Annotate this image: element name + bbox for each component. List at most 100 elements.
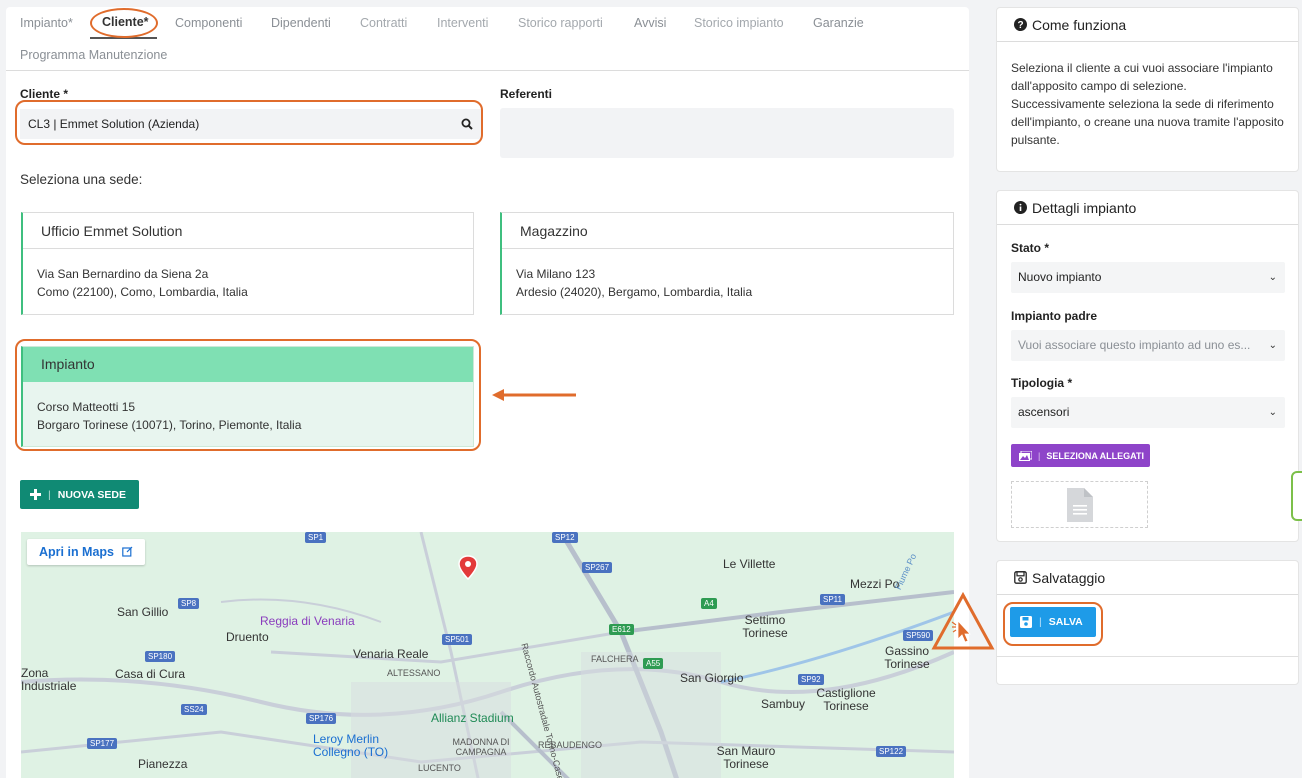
sede-address-line1: Via San Bernardino da Siena 2a <box>37 267 209 281</box>
map[interactable]: Apri in Maps Le Villette Mezzi Po San Gi… <box>21 532 954 778</box>
road-shield: SP12 <box>552 532 578 543</box>
tab-garanzie[interactable]: Garanzie <box>813 16 864 30</box>
file-icon <box>1066 487 1093 522</box>
allegati-dropzone[interactable] <box>1011 481 1148 528</box>
chevron-down-icon: ⌄ <box>1268 407 1277 418</box>
sede-address-line1: Via Milano 123 <box>516 267 596 281</box>
map-place: Leroy Merlin Collegno (TO) <box>313 732 389 759</box>
save-icon <box>1014 571 1027 584</box>
tipologia-select[interactable]: ascensori ⌄ <box>1011 397 1285 428</box>
impianto-padre-placeholder: Vuoi associare questo impianto ad uno es… <box>1018 338 1251 352</box>
external-link-icon <box>121 546 132 557</box>
tab-storico-rapporti[interactable]: Storico rapporti <box>518 16 603 30</box>
map-place: FALCHERA <box>591 654 639 664</box>
map-place: Venaria Reale <box>353 647 429 661</box>
stato-select[interactable]: Nuovo impianto ⌄ <box>1011 262 1285 293</box>
sede-name: Magazzino <box>502 213 953 249</box>
sede-address: Via San Bernardino da Siena 2a Como (221… <box>23 249 473 317</box>
sede-address-line2: Ardesio (24020), Bergamo, Lombardia, Ita… <box>516 285 753 299</box>
map-place: Mezzi Po <box>850 577 900 591</box>
road-shield: SP8 <box>178 598 200 609</box>
map-place: San Giorgio <box>680 671 744 685</box>
impianto-padre-select[interactable]: Vuoi associare questo impianto ad uno es… <box>1011 330 1285 361</box>
panel-title: Salvataggio <box>1032 569 1106 586</box>
chevron-down-icon: ⌄ <box>1268 340 1277 351</box>
apri-in-maps-link[interactable]: Apri in Maps <box>27 539 145 565</box>
seleziona-allegati-button[interactable]: | SELEZIONA ALLEGATI <box>1011 444 1150 467</box>
highlight-box-cliente <box>15 100 483 145</box>
map-place: Gassino Torinese <box>884 644 930 671</box>
map-place: Sambuy <box>761 697 806 711</box>
tab-programma-manutenzione[interactable]: Programma Manutenzione <box>20 48 167 62</box>
road-shield: SP180 <box>145 651 176 662</box>
map-place: Zona Industriale <box>21 666 77 693</box>
road-shield: A55 <box>643 658 664 669</box>
panel-header: Salvataggio <box>997 561 1298 595</box>
map-place: Allianz Stadium <box>431 711 514 725</box>
highlight-oval <box>90 8 158 38</box>
question-circle-icon: ? <box>1014 18 1027 31</box>
tab-contratti[interactable]: Contratti <box>360 16 407 30</box>
map-place: Le Villette <box>723 557 776 571</box>
panel-title: Dettagli impianto <box>1032 199 1137 216</box>
map-place: Castiglione Torinese <box>816 686 876 713</box>
come-funziona-panel: ? Come funziona Seleziona il cliente a c… <box>996 7 1299 172</box>
tab-interventi[interactable]: Interventi <box>437 16 488 30</box>
cliente-label: Cliente * <box>20 87 69 101</box>
map-place: LUCENTO <box>418 763 461 773</box>
images-icon <box>1019 450 1032 461</box>
tab-avvisi[interactable]: Avvisi <box>634 16 666 30</box>
panel-divider <box>997 656 1298 657</box>
road-shield: SP92 <box>798 674 824 685</box>
dettagli-impianto-panel: Dettagli impianto Stato * Nuovo impianto… <box>996 190 1299 542</box>
sede-address-line2: Como (22100), Como, Lombardia, Italia <box>37 285 248 299</box>
tab-componenti[interactable]: Componenti <box>175 16 242 30</box>
map-pin-icon <box>458 555 478 581</box>
sede-card-magazzino[interactable]: Magazzino Via Milano 123 Ardesio (24020)… <box>500 212 954 315</box>
road-shield: SP11 <box>820 594 845 605</box>
chevron-down-icon: ⌄ <box>1268 272 1277 283</box>
tipologia-value: ascensori <box>1018 405 1070 419</box>
map-place: Reggia di Venaria <box>260 614 355 628</box>
svg-text:?: ? <box>1017 20 1023 31</box>
tipologia-label: Tipologia * <box>1011 376 1073 390</box>
info-circle-icon <box>1014 201 1027 214</box>
sede-address: Via Milano 123 Ardesio (24020), Bergamo,… <box>502 249 953 317</box>
nuova-sede-label: NUOVA SEDE <box>57 488 126 501</box>
map-place: Settimo Torinese <box>742 613 788 640</box>
map-place: Pianezza <box>138 757 188 771</box>
cursor-warning-icon <box>931 592 995 650</box>
highlight-box-salva <box>1003 602 1103 646</box>
impianto-padre-label: Impianto padre <box>1011 309 1098 323</box>
tab-storico-impianto[interactable]: Storico impianto <box>694 16 784 30</box>
plus-icon <box>30 489 41 500</box>
road-shield: SP590 <box>903 630 934 641</box>
sede-card-ufficio[interactable]: Ufficio Emmet Solution Via San Bernardin… <box>21 212 474 315</box>
referenti-field[interactable] <box>500 108 954 158</box>
side-widget[interactable] <box>1291 471 1302 521</box>
panel-header: Dettagli impianto <box>997 191 1298 225</box>
arrow-left-icon <box>492 389 576 401</box>
panel-title: Come funziona <box>1032 16 1127 33</box>
salvataggio-panel: Salvataggio | SALVA <box>996 560 1299 685</box>
seleziona-allegati-label: SELEZIONA ALLEGATI <box>1046 450 1145 461</box>
map-place: San Mauro Torinese <box>716 744 776 771</box>
seleziona-sede-text: Seleziona una sede: <box>20 172 143 187</box>
map-place: ALTESSANO <box>387 668 441 678</box>
road-shield: SP176 <box>306 713 337 724</box>
tab-impianto[interactable]: Impianto* <box>20 16 73 30</box>
road-shield: A4 <box>701 598 717 609</box>
road-shield: SP177 <box>87 738 118 749</box>
road-shield: SP501 <box>442 634 473 645</box>
map-place: San Gillio <box>117 605 169 619</box>
nuova-sede-button[interactable]: | NUOVA SEDE <box>20 480 139 509</box>
tab-dipendenti[interactable]: Dipendenti <box>271 16 331 30</box>
tab-bar: Impianto* Cliente* Componenti Dipendenti… <box>6 7 969 71</box>
main-panel: Impianto* Cliente* Componenti Dipendenti… <box>6 7 969 778</box>
road-shield: SP1 <box>305 532 327 543</box>
panel-header: ? Come funziona <box>997 8 1298 42</box>
stato-label: Stato * <box>1011 241 1050 255</box>
road-shield: SS24 <box>181 704 207 715</box>
road-shield: E612 <box>609 624 634 635</box>
road-shield: SP122 <box>876 746 907 757</box>
